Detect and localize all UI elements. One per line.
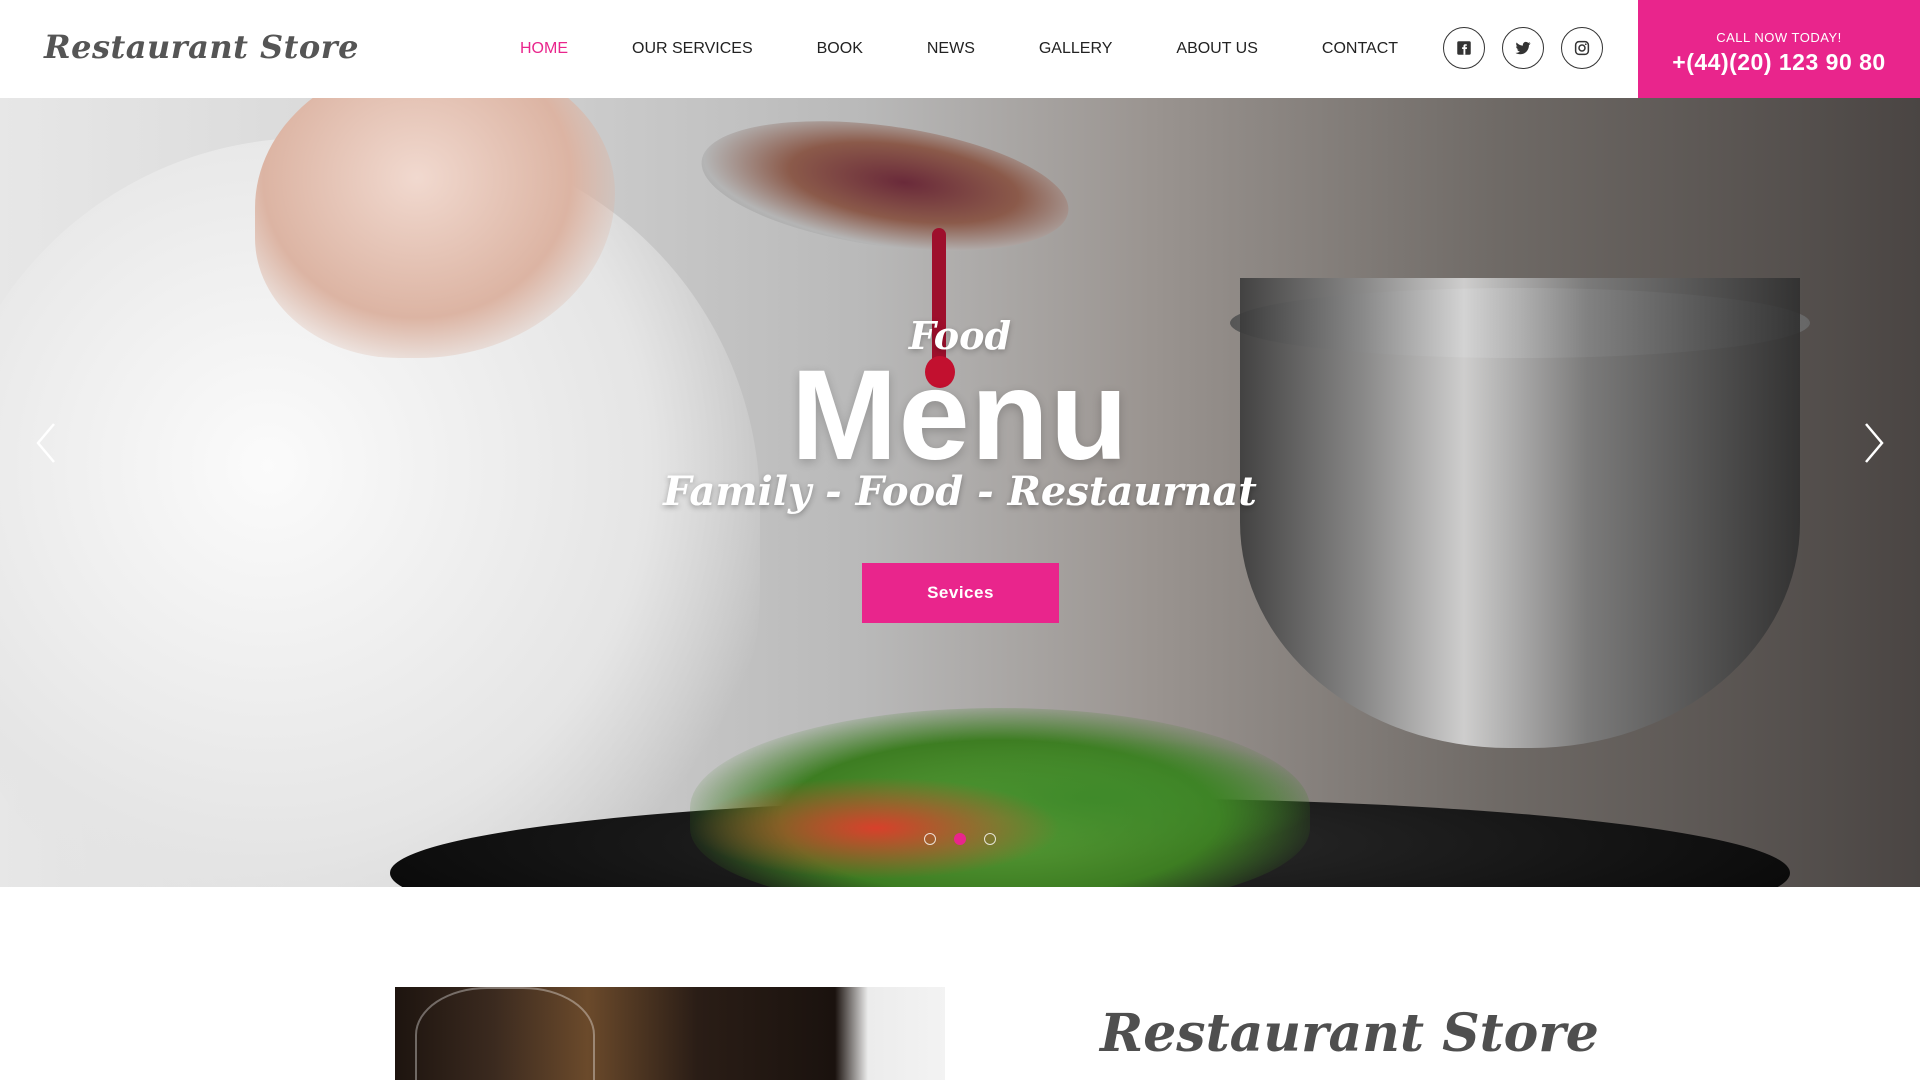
twitter-link[interactable] <box>1502 27 1544 69</box>
facebook-link[interactable] <box>1443 27 1485 69</box>
nav-item-gallery[interactable]: GALLERY <box>1039 40 1113 58</box>
slider-pagination <box>0 833 1920 845</box>
call-phone-number[interactable]: +(44)(20) 123 90 80 <box>1638 49 1920 76</box>
instagram-link[interactable] <box>1561 27 1603 69</box>
slider-dot-2[interactable] <box>954 833 966 845</box>
hero-slider: Food Menu Family - Food - Restaurnat Sev… <box>0 98 1920 887</box>
nav-item-about-us[interactable]: ABOUT US <box>1176 40 1258 58</box>
nav-item-our-services[interactable]: OUR SERVICES <box>632 40 753 58</box>
slider-prev-button[interactable] <box>26 416 66 470</box>
site-header: Restaurant Store HOME OUR SERVICES BOOK … <box>0 0 1920 98</box>
about-image <box>395 987 945 1080</box>
hero-subtitle: Family - Food - Restaurnat <box>663 468 1257 515</box>
nav-item-contact[interactable]: CONTACT <box>1322 40 1398 58</box>
slider-dot-1[interactable] <box>924 833 936 845</box>
nav-item-home[interactable]: HOME <box>520 40 568 58</box>
slider-dot-3[interactable] <box>984 833 996 845</box>
facebook-icon <box>1457 41 1471 55</box>
site-logo[interactable]: Restaurant Store <box>44 28 359 66</box>
social-links <box>1443 27 1620 69</box>
main-nav: HOME OUR SERVICES BOOK NEWS GALLERY ABOU… <box>520 0 1462 98</box>
chevron-right-icon <box>1865 423 1884 463</box>
nav-item-news[interactable]: NEWS <box>927 40 975 58</box>
about-section-title: Restaurant Store <box>1100 1003 1599 1064</box>
hero-services-button[interactable]: Sevices <box>862 563 1059 623</box>
twitter-icon <box>1515 41 1531 55</box>
hero-title: Menu <box>790 344 1130 487</box>
chevron-left-icon <box>36 423 55 463</box>
call-now-box[interactable]: CALL NOW TODAY! +(44)(20) 123 90 80 <box>1638 0 1920 98</box>
hero-content: Food Menu Family - Food - Restaurnat Sev… <box>0 98 1920 887</box>
slider-next-button[interactable] <box>1854 416 1894 470</box>
about-image-glass <box>415 987 595 1080</box>
nav-item-book[interactable]: BOOK <box>817 40 863 58</box>
instagram-icon <box>1574 40 1590 56</box>
call-now-label: CALL NOW TODAY! <box>1716 30 1842 45</box>
